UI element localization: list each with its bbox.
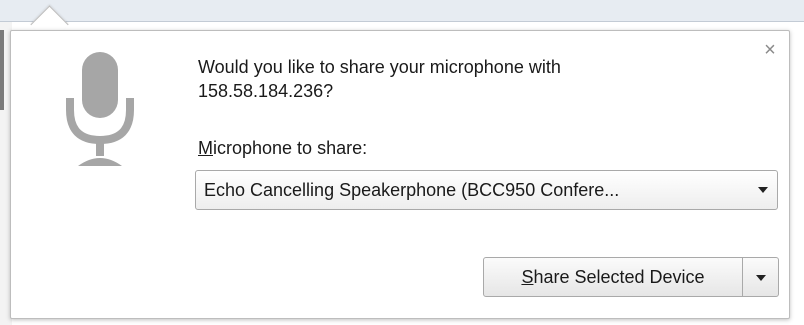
browser-toolbar-background <box>0 0 804 22</box>
close-icon[interactable]: × <box>760 40 780 60</box>
device-label-accesskey: M <box>198 138 213 158</box>
share-button-accesskey: S <box>521 267 534 287</box>
microphone-select[interactable]: Echo Cancelling Speakerphone (BCC950 Con… <box>195 170 778 210</box>
device-label: Microphone to share: <box>198 136 367 160</box>
browser-toolbar-divider <box>0 21 804 22</box>
chevron-down-icon <box>756 275 766 281</box>
question-line-2: 158.58.184.236? <box>198 81 334 101</box>
share-question: Would you like to share your microphone … <box>198 55 718 103</box>
device-label-text: icrophone to share: <box>213 138 368 158</box>
chevron-down-icon <box>758 187 768 193</box>
share-button-label: hare Selected Device <box>533 267 705 287</box>
share-options-dropdown[interactable] <box>742 257 779 297</box>
selected-device-text: Echo Cancelling Speakerphone (BCC950 Con… <box>204 180 620 200</box>
page-background-shadow <box>0 30 4 110</box>
question-line-1: Would you like to share your microphone … <box>198 57 561 77</box>
share-button-group: Share Selected Device <box>483 257 779 297</box>
share-selected-device-button[interactable]: Share Selected Device <box>483 257 743 297</box>
bubble-pointer-join <box>30 31 70 41</box>
microphone-icon <box>66 52 134 166</box>
